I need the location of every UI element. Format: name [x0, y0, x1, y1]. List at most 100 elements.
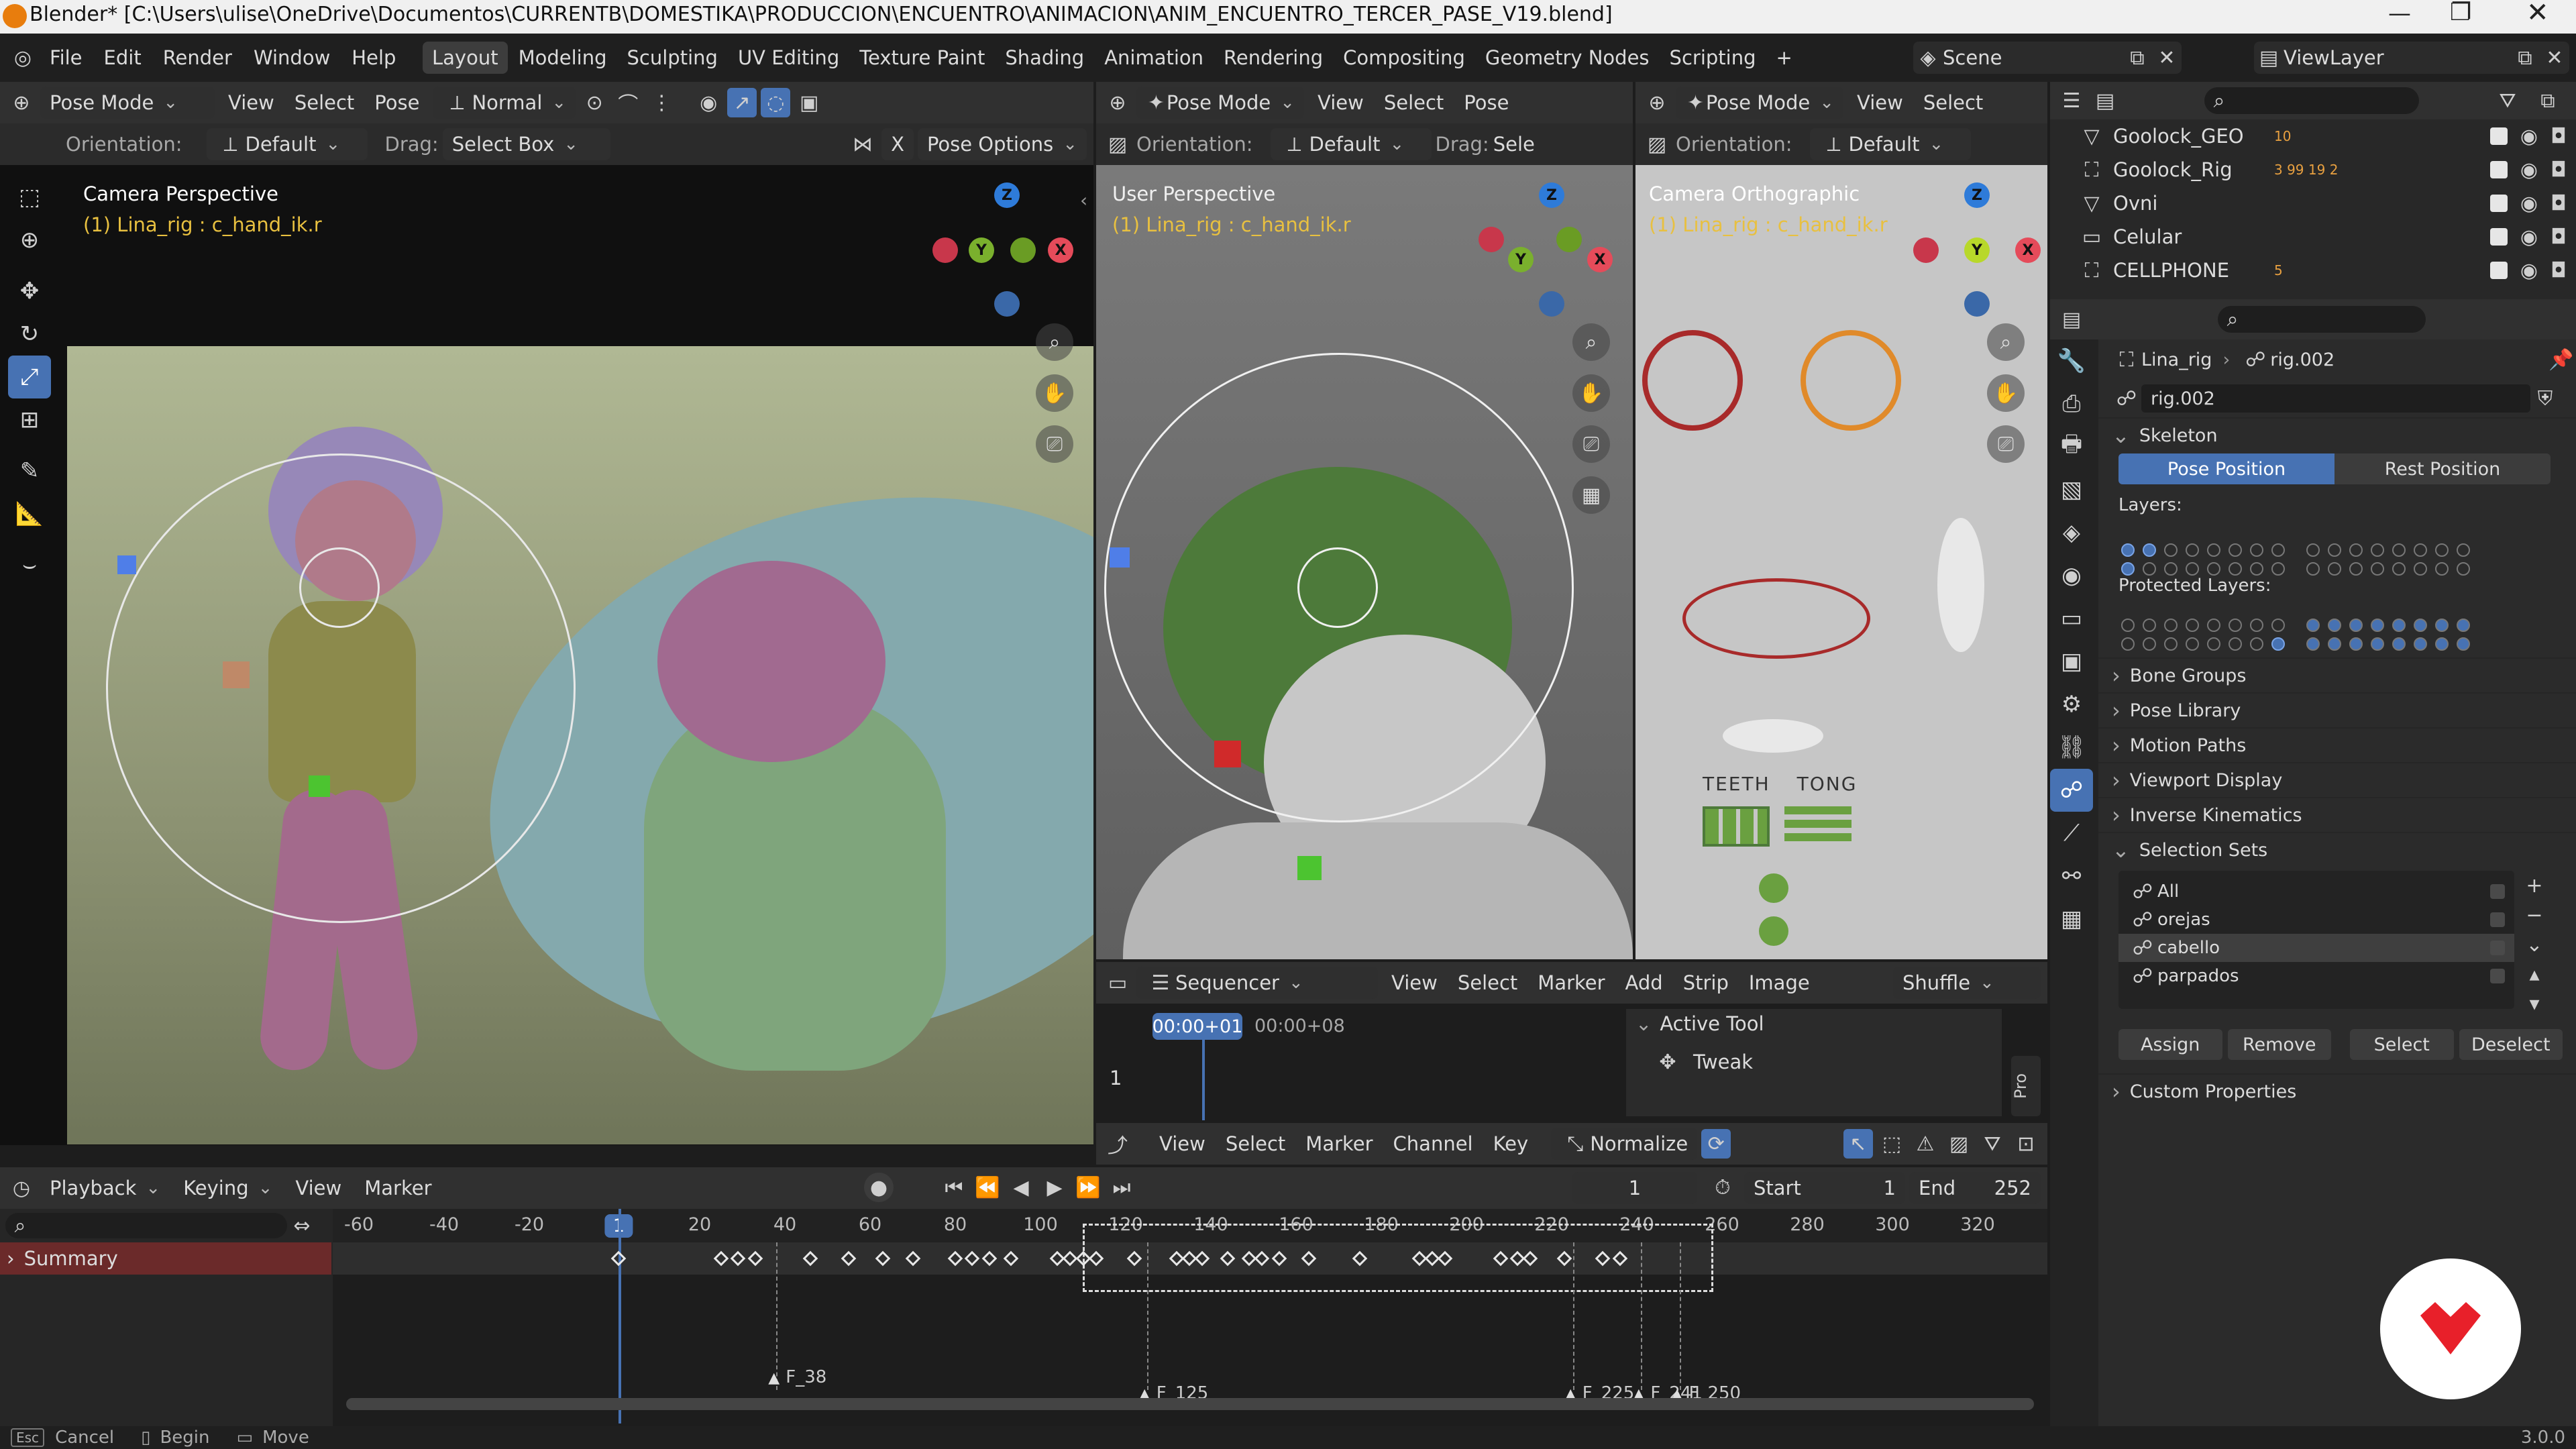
summary-channel[interactable]: › Summary	[0, 1242, 331, 1275]
bone-constraint-tab-icon[interactable]: ⚯	[2050, 855, 2093, 898]
properties-editor[interactable]: ▤ ⌕ 🔧 ⎙ 🖶 ▧ ◈ ◉ ▭ ▣ ⚙ ⛓ ☍ ⟋ ⚯ ▦ ⛶ Lina_r…	[2050, 299, 2576, 1430]
move-tool-icon[interactable]: ✥	[8, 270, 51, 313]
bone-layer-dot[interactable]	[2328, 562, 2341, 576]
bone-layer-dot[interactable]	[2306, 619, 2320, 632]
new-view-layer-icon[interactable]: ⧉	[2510, 43, 2540, 72]
bone-layer-dot[interactable]	[2164, 543, 2178, 557]
bone-layer-dot[interactable]	[2392, 543, 2406, 557]
mode-dropdown[interactable]: Pose Mode	[40, 87, 215, 119]
bone-layer-dot[interactable]	[2349, 619, 2363, 632]
play-reverse-icon[interactable]: ◀	[1006, 1173, 1036, 1202]
vp3menus-view[interactable]: View	[1847, 87, 1913, 119]
minimize-icon[interactable]: —	[2388, 0, 2411, 27]
bone-layer-dot[interactable]	[2250, 637, 2263, 651]
gizmo-neg-x-axis[interactable]	[932, 237, 958, 263]
eye-icon[interactable]: ◉	[2514, 121, 2544, 151]
specials-icon[interactable]: ⌄	[2520, 930, 2549, 959]
outliner-item[interactable]: ▭ Celular ◉ ◘	[2077, 220, 2573, 254]
green-control-2[interactable]	[1759, 916, 1788, 946]
tab-modeling[interactable]: Modeling	[509, 42, 616, 74]
bone-layer-dot[interactable]	[2143, 543, 2156, 557]
teeth-control[interactable]	[1703, 806, 1770, 847]
viewport-camera-perspective[interactable]: ⊕ Pose Mode ViewSelectPose ⟂ Normal ⊙ ⌒ ⋮…	[0, 82, 1093, 1145]
display-mode-icon[interactable]: ▤	[2090, 86, 2120, 115]
bone-layers-grid[interactable]	[2117, 541, 2474, 578]
outliner[interactable]: ☰ ▤ ⌕ ⛛ ⧉ ▽ Goolock_GEO 10 ◉ ◘ ⛶ Goolock_Rig 3 …	[2050, 82, 2576, 299]
pivot-icon[interactable]: ⊡	[2011, 1129, 2041, 1159]
head-control-circle[interactable]	[1297, 547, 1378, 628]
maximize-icon[interactable]: ❐	[2450, 0, 2471, 26]
prev-key-icon[interactable]: ⏪	[973, 1173, 1002, 1202]
tab-geometry-nodes[interactable]: Geometry Nodes	[1476, 42, 1659, 74]
camera-view-icon[interactable]: ⎚	[1036, 425, 1073, 463]
current-time-label[interactable]: 00:00+01	[1152, 1013, 1242, 1040]
channel-search-input[interactable]: ⌕	[5, 1213, 287, 1238]
sequencer-playhead[interactable]	[1202, 1040, 1205, 1120]
editor-type-icon[interactable]: ⊕	[7, 88, 36, 117]
view-layer-selector[interactable]: ▤ ViewLayer ⧉ ✕	[2254, 42, 2569, 74]
bone-layer-dot[interactable]	[2328, 637, 2341, 651]
bone-layer-dot[interactable]	[2250, 543, 2263, 557]
bone-layer-dot[interactable]	[2328, 543, 2341, 557]
bone-layer-dot[interactable]	[2207, 543, 2220, 557]
vp2menus-pose[interactable]: Pose	[1454, 87, 1518, 119]
outliner-search-input[interactable]: ⌕	[2204, 87, 2419, 114]
bone-layer-dot[interactable]	[2186, 637, 2199, 651]
transform-tool-icon[interactable]: ⊞	[8, 398, 51, 441]
skeleton-section-header[interactable]: Skeleton	[2098, 417, 2576, 452]
pan-hand-icon[interactable]: ✋	[1572, 374, 1610, 412]
visibility-icon[interactable]: ◉	[694, 88, 723, 117]
gizmo-y-axis[interactable]: Y	[1964, 237, 1990, 263]
overlay-icon[interactable]: ◌	[761, 88, 791, 117]
pivot-icon[interactable]: ⊙	[580, 88, 609, 117]
seqmenus-marker[interactable]: Marker	[1528, 967, 1614, 999]
zoom-icon[interactable]: ⌕	[1572, 323, 1610, 361]
properties-search-input[interactable]: ⌕	[2218, 306, 2426, 333]
gizmo-z-axis[interactable]: Z	[1539, 182, 1564, 208]
collection-tab-icon[interactable]: ▭	[2050, 597, 2093, 640]
camera-view-icon[interactable]: ⎚	[1572, 425, 1610, 463]
data-name-field[interactable]: rig.002	[2141, 384, 2530, 413]
bone-layer-dot[interactable]	[2457, 562, 2470, 576]
green-control-1[interactable]	[1759, 873, 1788, 903]
bone-layer-dot[interactable]	[2306, 562, 2320, 576]
control-handle-red[interactable]	[223, 661, 250, 688]
rotate-tool-icon[interactable]: ↻	[8, 313, 51, 356]
current-frame-field[interactable]: 1	[1572, 1172, 1697, 1204]
selection-set-item[interactable]: ☍ cabello	[2118, 934, 2514, 962]
gizmo-neg-z-axis[interactable]	[1964, 291, 1990, 317]
bone-layer-dot[interactable]	[2186, 543, 2199, 557]
graphmenus-key[interactable]: Key	[1484, 1128, 1538, 1160]
menu-help[interactable]: Help	[342, 42, 405, 74]
tool-icon[interactable]: ▨	[1103, 129, 1132, 159]
bone-layer-dot[interactable]	[2414, 543, 2427, 557]
new-scene-icon[interactable]: ⧉	[2123, 43, 2152, 72]
graphmenus-view[interactable]: View	[1150, 1128, 1215, 1160]
jump-end-icon[interactable]: ⏭	[1107, 1173, 1136, 1202]
view-icon[interactable]: ▨	[1944, 1129, 1974, 1159]
side-control-oval[interactable]	[1937, 518, 1984, 652]
move-up-icon[interactable]: ▴	[2520, 959, 2549, 989]
selection-set-checkbox[interactable]	[2490, 941, 2505, 955]
graphmenus-marker[interactable]: Marker	[1296, 1128, 1382, 1160]
eye-control-right[interactable]	[1801, 330, 1901, 431]
close-icon[interactable]: ✕	[2526, 0, 2549, 28]
bone-layer-dot[interactable]	[2414, 619, 2427, 632]
armature-data-tab-icon[interactable]: ☍	[2050, 769, 2093, 812]
render-icon[interactable]: ◘	[2544, 256, 2573, 285]
section-viewport-display[interactable]: Viewport Display	[2098, 762, 2576, 797]
filter-icon[interactable]: ⛛	[2493, 86, 2522, 115]
mode-dropdown[interactable]: ✦ Pose Mode	[1136, 87, 1304, 119]
tweak-tool-row[interactable]: ✥ Tweak	[1626, 1038, 2002, 1085]
world-tab-icon[interactable]: ◉	[2050, 554, 2093, 597]
set-remove-button[interactable]: Remove	[2227, 1029, 2331, 1060]
gizmo-neg-x-axis[interactable]	[1479, 227, 1504, 252]
cursor-tool-icon[interactable]: ⊕	[8, 219, 51, 262]
bone-layer-dot[interactable]	[2435, 562, 2449, 576]
editor-type-icon[interactable]: ⤴	[1103, 1129, 1132, 1159]
warning-icon[interactable]: ⚠	[1911, 1129, 1940, 1159]
gizmo-neg-z-axis[interactable]	[994, 291, 1020, 317]
timeline-scrollbar[interactable]	[346, 1398, 2034, 1410]
bone-layer-dot[interactable]	[2207, 637, 2220, 651]
annotate-tool-icon[interactable]: ✎	[8, 449, 51, 492]
